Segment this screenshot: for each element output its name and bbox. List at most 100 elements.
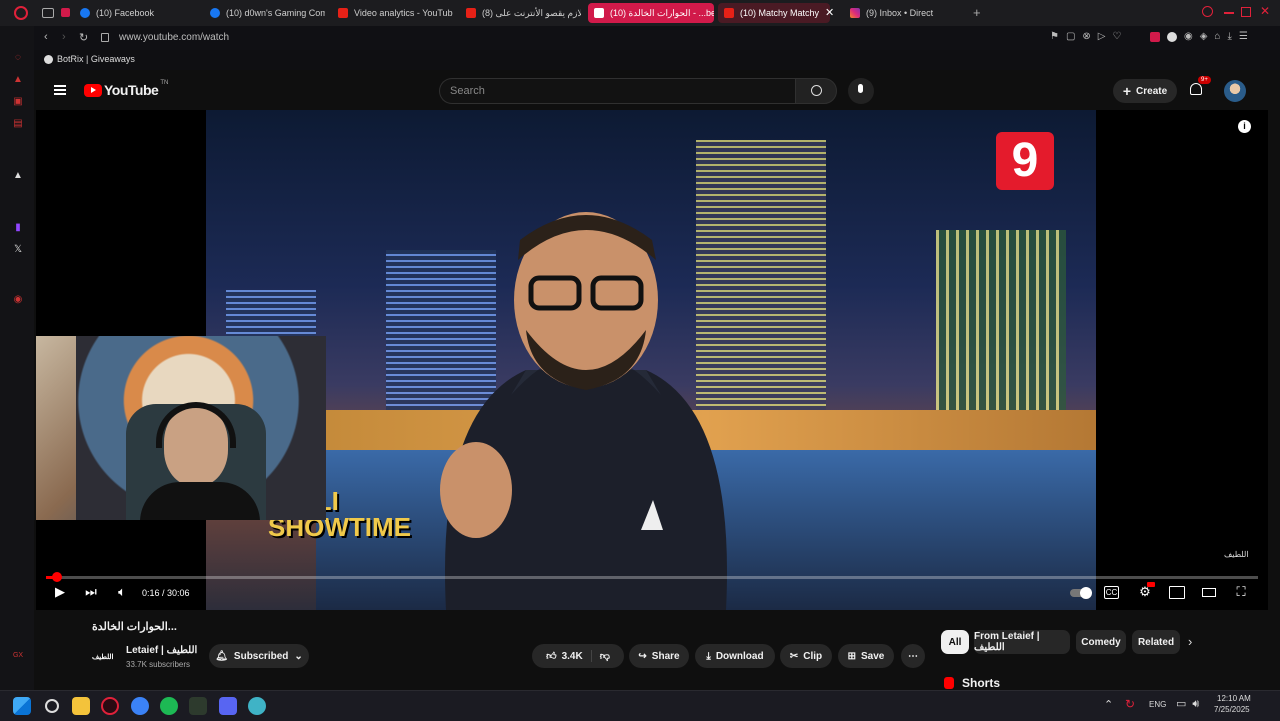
- miniplayer-button[interactable]: [1169, 586, 1185, 599]
- create-label: Create: [1136, 85, 1168, 97]
- create-button[interactable]: + Create: [1113, 79, 1177, 103]
- captions-button[interactable]: CC: [1104, 586, 1119, 599]
- x-icon[interactable]: 𝕏: [12, 244, 24, 256]
- shorts-icon: [944, 677, 954, 689]
- tab-facebook-gaming[interactable]: (10) d0wn's Gaming Com: [210, 3, 325, 23]
- voice-search-button[interactable]: [848, 78, 874, 104]
- xbox-icon[interactable]: [189, 697, 207, 715]
- like-button[interactable]: 👍︎ 3.4K: [546, 650, 592, 662]
- shorts-label: Shorts: [962, 676, 1001, 690]
- back-icon[interactable]: ‹: [44, 31, 48, 43]
- messenger-icon[interactable]: ▣: [12, 96, 24, 108]
- taskbar-date[interactable]: 7/25/2025: [1214, 705, 1250, 714]
- subscribed-button[interactable]: 🔔︎ Subscribed ⌄: [209, 644, 309, 668]
- host-figure: [440, 212, 727, 610]
- discord-icon[interactable]: [219, 697, 237, 715]
- tab-facebook[interactable]: (10) Facebook: [80, 3, 200, 23]
- gx-icon[interactable]: GX: [12, 650, 24, 662]
- opera-logo-icon[interactable]: [14, 6, 28, 20]
- search-button[interactable]: [795, 78, 837, 104]
- tab-menu-icon[interactable]: [42, 8, 54, 18]
- file-explorer-icon[interactable]: [72, 697, 90, 715]
- play-button[interactable]: ▶: [52, 584, 68, 600]
- new-tab-icon[interactable]: +: [973, 5, 981, 20]
- hamburger-menu-icon[interactable]: [54, 85, 66, 95]
- video-title: الحوارات الخالدة...: [92, 621, 177, 633]
- notification-count-badge: 9+: [1198, 76, 1211, 84]
- tab-matchy-matchy[interactable]: (10) Matchy Matchy: [718, 3, 830, 23]
- search-icon: [811, 85, 822, 96]
- spotify-icon[interactable]: [160, 697, 178, 715]
- instagram-icon: [850, 8, 860, 18]
- tab-instagram[interactable]: (9) Inbox • Direct: [850, 3, 960, 23]
- theater-mode-button[interactable]: [1202, 588, 1216, 597]
- video-player[interactable]: 9 JELLI SHOWTIME i اللطيف: [36, 110, 1268, 610]
- tab-video-analytics[interactable]: Video analytics - YouTub: [338, 3, 453, 23]
- chip-from-channel[interactable]: From Letaief | اللطيف: [974, 630, 1070, 654]
- download-button[interactable]: ⤓ Download: [695, 644, 775, 668]
- bookmark-pin-icon[interactable]: ▲: [12, 170, 24, 182]
- tab-label: لازم يقصو الأنترنت على (8): [482, 7, 581, 18]
- windows-start-icon[interactable]: [13, 697, 31, 715]
- windows-taskbar: ⌃ ↻ ENG ▭🔊︎ 12:10 AM 7/25/2025: [0, 690, 1280, 721]
- save-label: Save: [861, 650, 885, 662]
- progress-bar[interactable]: [46, 572, 1258, 582]
- autoplay-toggle[interactable]: [1070, 587, 1092, 599]
- url-input[interactable]: www.youtube.com/watch: [119, 32, 229, 43]
- channel-avatar-text: اللطيف: [92, 654, 114, 661]
- twitch-icon[interactable]: ▮: [12, 222, 24, 234]
- whatsapp-icon[interactable]: ▤: [12, 118, 24, 130]
- opera-gx-icon[interactable]: [101, 697, 119, 715]
- extension-icon[interactable]: [1167, 32, 1177, 42]
- chips-next-icon[interactable]: ›: [1188, 634, 1192, 649]
- tray-sync-icon[interactable]: ↻: [1125, 697, 1135, 711]
- progress-scrubber[interactable]: [51, 572, 62, 582]
- more-actions-button[interactable]: ⋯: [901, 644, 925, 668]
- tray-chevron-up-icon[interactable]: ⌃: [1104, 698, 1113, 711]
- video-frame: 9 JELLI SHOWTIME: [206, 110, 1096, 610]
- clip-button[interactable]: ✂ Clip: [780, 644, 832, 668]
- next-button[interactable]: ⏭: [83, 584, 99, 600]
- avatar[interactable]: [1224, 80, 1246, 102]
- dislike-button[interactable]: 👎︎: [592, 650, 610, 662]
- fullscreen-button[interactable]: ⛶: [1233, 584, 1249, 600]
- search-tabs-icon[interactable]: [1202, 6, 1213, 17]
- taskbar-time[interactable]: 12:10 AM: [1217, 694, 1251, 703]
- channel-avatar[interactable]: اللطيف: [92, 646, 116, 666]
- forward-icon[interactable]: ›: [62, 31, 66, 43]
- chip-comedy[interactable]: Comedy: [1076, 630, 1126, 654]
- streamer-webcam-overlay: [36, 336, 326, 520]
- youtube-logo[interactable]: YouTube TN: [84, 80, 168, 98]
- shorts-section-header: Shorts: [944, 676, 1000, 690]
- close-tab-icon[interactable]: ✕: [825, 6, 834, 19]
- tab-youtube-active[interactable]: (10) الحوارات الخالدة - ...be: [588, 3, 714, 23]
- video-info-icon[interactable]: i: [1238, 120, 1251, 133]
- youtube-play-icon: [84, 83, 102, 97]
- minimize-icon[interactable]: [1224, 12, 1234, 14]
- search-input[interactable]: Search: [439, 78, 795, 104]
- globe-app-icon[interactable]: [248, 697, 266, 715]
- microphone-icon: [858, 84, 863, 93]
- search-icon[interactable]: [43, 697, 61, 715]
- notifications-bell-icon[interactable]: [1190, 83, 1202, 95]
- save-button[interactable]: ⊞ Save: [838, 644, 894, 668]
- reload-icon[interactable]: ↻: [79, 31, 88, 44]
- extension-icon[interactable]: [1150, 32, 1160, 42]
- share-button[interactable]: ↪ Share: [629, 644, 689, 668]
- chip-related[interactable]: Related: [1132, 630, 1180, 654]
- browser-icon[interactable]: [131, 697, 149, 715]
- tab-label: (10) Facebook: [96, 8, 155, 18]
- chip-all[interactable]: All: [941, 630, 969, 654]
- maximize-icon[interactable]: [1241, 7, 1251, 17]
- workspace-icon[interactable]: ▲: [12, 74, 24, 86]
- tab-youtube-8[interactable]: لازم يقصو الأنترنت على (8): [466, 3, 581, 23]
- channel-name[interactable]: Letaief | اللطيف: [126, 645, 197, 656]
- bookmark-botrix[interactable]: BotRix | Giveaways: [57, 54, 135, 64]
- language-indicator[interactable]: ENG: [1149, 700, 1166, 709]
- player-controls: ▶ ⏭ 🔈︎ 0:16 / 30:06 CC ⚙ ⛶: [36, 572, 1268, 610]
- opera-ai-icon[interactable]: ◌: [12, 52, 24, 64]
- close-window-icon[interactable]: ✕: [1260, 4, 1270, 18]
- volume-icon[interactable]: 🔈︎: [114, 584, 130, 600]
- player-icon[interactable]: ◉: [12, 294, 24, 306]
- tray-system-icons[interactable]: ▭🔊︎: [1176, 697, 1205, 711]
